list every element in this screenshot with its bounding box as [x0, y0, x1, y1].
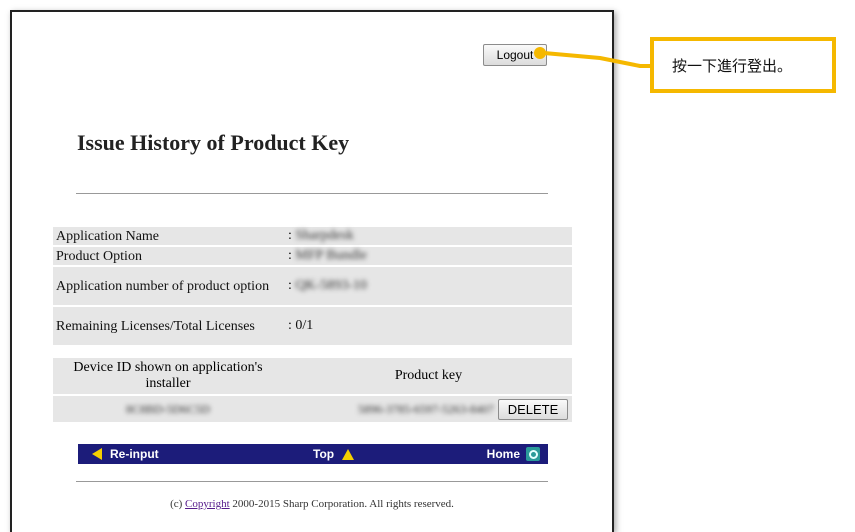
reinput-label: Re-input [110, 447, 159, 461]
footer: (c) Copyright 2000-2015 Sharp Corporatio… [12, 498, 612, 510]
reinput-link[interactable]: Re-input [92, 444, 159, 464]
column-header-device-id: Device ID shown on application's install… [73, 360, 263, 391]
divider [76, 193, 548, 194]
product-key-cell: 5896-3785-6597-5263-8407 DELETE [285, 396, 572, 422]
info-row-remaining-licenses: Remaining Licenses/Total Licenses : 0/1 [53, 307, 572, 345]
info-label: Application number of product option [56, 278, 270, 294]
info-value-text: QK-5893-10 [295, 278, 367, 293]
column-header-product-key: Product key [394, 368, 463, 383]
delete-button[interactable]: DELETE [498, 398, 568, 420]
product-key-text: 5896-3785-6597-5263-8407 [358, 401, 494, 416]
info-row-application-name: Application Name : Sharpdesk [53, 227, 572, 245]
info-label: Application Name [56, 228, 160, 244]
info-value: : Sharpdesk [288, 228, 354, 243]
up-arrow-icon [342, 448, 355, 460]
info-row-product-option: Product Option : MFP Bundle [53, 247, 572, 265]
device-id-cell: 8C8BD-5D6C5D [53, 396, 283, 422]
table-row: 8C8BD-5D6C5D 5896-3785-6597-5263-8407 DE… [53, 396, 572, 422]
footer-suffix: 2000-2015 Sharp Corporation. All rights … [229, 498, 454, 510]
page-title: Issue History of Product Key [77, 130, 350, 155]
top-link[interactable]: Top [313, 444, 355, 464]
info-label: Remaining Licenses/Total Licenses [56, 318, 255, 334]
product-key-table: Device ID shown on application's install… [53, 358, 572, 422]
divider [76, 481, 548, 482]
copyright-link[interactable]: Copyright [185, 498, 230, 510]
navigation-bar: Re-input Top Home [78, 444, 548, 464]
info-row-application-number: Application number of product option : Q… [53, 267, 572, 305]
callout-box: 按一下進行登出。 [650, 37, 836, 93]
application-info-table: Application Name : Sharpdesk Product Opt… [53, 227, 572, 347]
top-label: Top [313, 447, 335, 461]
info-value: : 0/1 [288, 318, 314, 333]
callout-dot [534, 47, 546, 59]
home-link[interactable]: Home [487, 444, 540, 464]
callout-text: 按一下進行登出。 [672, 56, 793, 75]
info-value-text: Sharpdesk [295, 228, 354, 243]
info-value-text: MFP Bundle [295, 248, 367, 263]
info-value: : QK-5893-10 [288, 278, 367, 293]
info-value: : MFP Bundle [288, 248, 367, 263]
footer-prefix: (c) [170, 498, 186, 510]
home-icon [526, 447, 540, 461]
home-label: Home [486, 447, 520, 461]
left-arrow-icon [92, 448, 102, 460]
device-id-text: 8C8BD-5D6C5D [125, 401, 210, 416]
info-label: Product Option [56, 248, 142, 264]
table-header: Device ID shown on application's install… [53, 358, 572, 394]
browser-window: Logout Issue History of Product Key Appl… [10, 10, 614, 532]
